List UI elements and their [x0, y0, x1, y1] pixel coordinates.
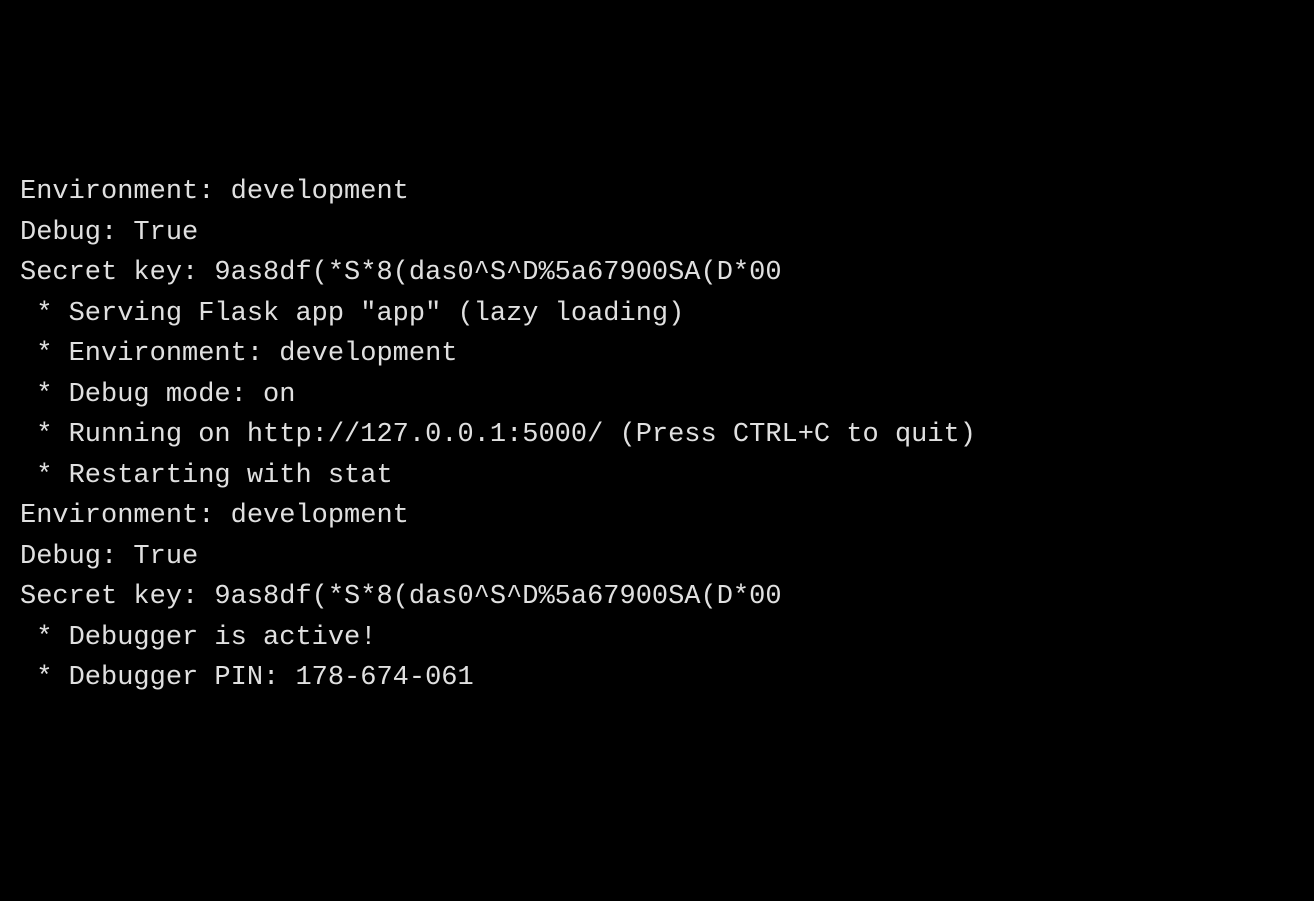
terminal-line: * Environment: development	[20, 334, 1294, 375]
terminal-output[interactable]: Environment: developmentDebug: TrueSecre…	[20, 172, 1294, 699]
terminal-line: Debug: True	[20, 213, 1294, 254]
terminal-line: * Restarting with stat	[20, 456, 1294, 497]
terminal-line: * Debug mode: on	[20, 375, 1294, 416]
terminal-line: * Debugger PIN: 178-674-061	[20, 658, 1294, 699]
terminal-line: * Running on http://127.0.0.1:5000/ (Pre…	[20, 415, 1294, 456]
terminal-line: * Serving Flask app "app" (lazy loading)	[20, 294, 1294, 335]
terminal-line: Secret key: 9as8df(*S*8(das0^S^D%5a67900…	[20, 253, 1294, 294]
terminal-line: Environment: development	[20, 172, 1294, 213]
terminal-line: Debug: True	[20, 537, 1294, 578]
terminal-line: * Debugger is active!	[20, 618, 1294, 659]
terminal-line: Environment: development	[20, 496, 1294, 537]
terminal-line: Secret key: 9as8df(*S*8(das0^S^D%5a67900…	[20, 577, 1294, 618]
